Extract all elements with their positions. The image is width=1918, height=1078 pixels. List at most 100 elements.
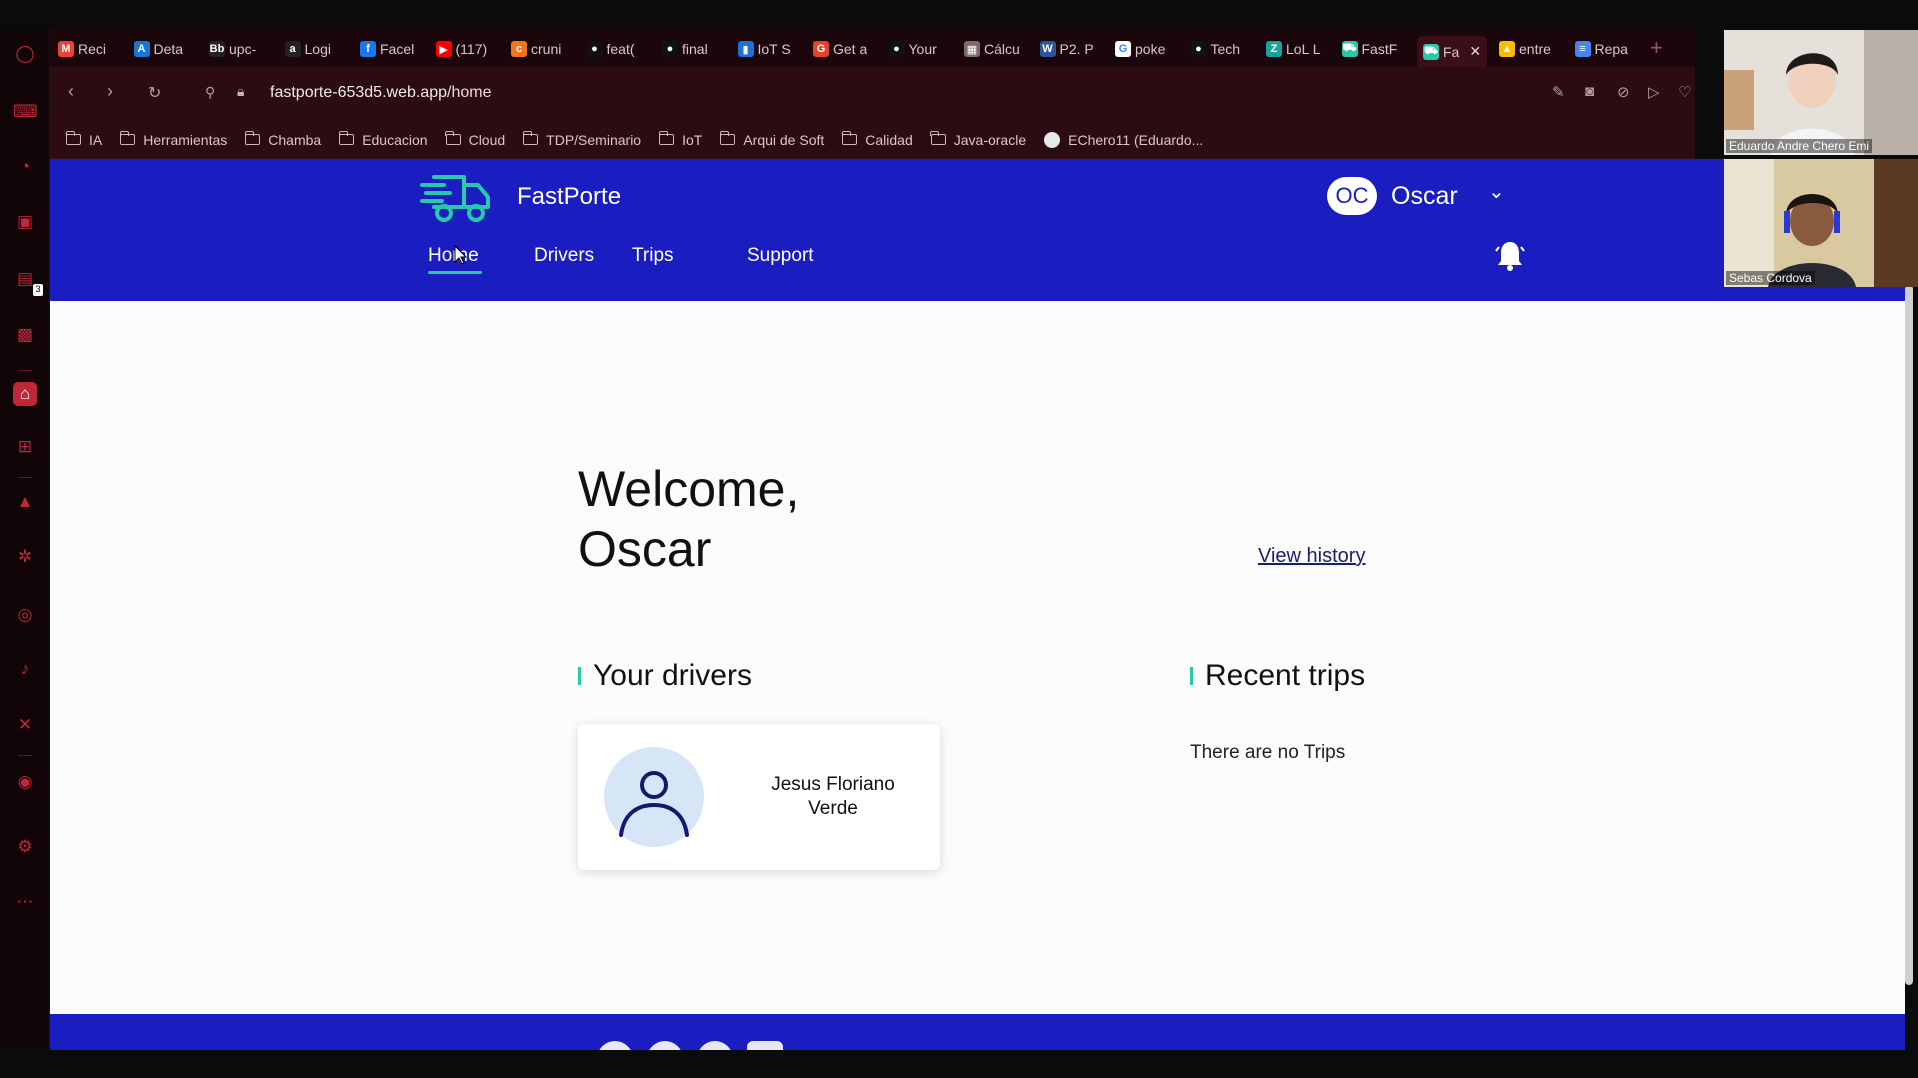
send-icon[interactable]: ▷ — [1648, 83, 1660, 101]
tab-label: cruni — [531, 41, 562, 57]
bookmark-item[interactable]: Chamba — [244, 131, 322, 148]
adblock-icon[interactable]: ⊘ — [1617, 83, 1630, 101]
player-icon[interactable]: ◉ — [13, 770, 37, 794]
social-instagram-icon[interactable] — [697, 1041, 733, 1050]
facebook-icon: f — [360, 41, 376, 57]
browser-tab[interactable]: ⛟ Fa ✕ — [1417, 36, 1488, 67]
bookmark-label: EChero11 (Eduardo... — [1068, 131, 1204, 148]
tab-label: Your — [908, 41, 937, 57]
browser-tab[interactable]: ● Tech — [1190, 36, 1241, 62]
nav-drivers[interactable]: Drivers — [534, 245, 594, 267]
close-tab-icon[interactable]: ✕ — [1469, 43, 1481, 60]
drivers-title-text: Your drivers — [593, 659, 752, 692]
participant-name: Sebas Cordova — [1726, 271, 1815, 285]
tab-strip: M Reci A Deta Bb upc-a Logi f Facel ▶ (117) c cruni ●… — [50, 30, 1695, 67]
bookmark-item[interactable]: EChero11 (Eduardo... — [1044, 131, 1204, 148]
home-icon[interactable]: ⌂ — [13, 382, 37, 406]
bookmark-label: Calidad — [865, 131, 913, 148]
bookmark-item[interactable]: Calidad — [841, 131, 913, 148]
page-scrollbar[interactable] — [1905, 285, 1913, 985]
speed-dial-icon[interactable]: ◔ — [13, 155, 37, 179]
reload-icon[interactable]: ↻ — [148, 83, 161, 103]
url-field[interactable]: fastporte-653d5.web.app/home — [270, 84, 491, 102]
bookmark-item[interactable]: Arqui de Soft — [719, 131, 824, 148]
x-icon[interactable]: ✕ — [13, 713, 37, 737]
browser-tab[interactable]: ● Your — [888, 36, 937, 62]
driver-card[interactable]: Jesus Floriano Verde — [578, 724, 940, 870]
browser-tab[interactable]: ▶ (117) — [435, 36, 487, 62]
tiktok-icon[interactable]: ♪ — [13, 657, 37, 681]
opera-logo-icon[interactable]: ◯ — [13, 42, 37, 66]
truck-logo-icon[interactable] — [420, 169, 494, 227]
browser-tab[interactable]: ▮ IoT S — [737, 36, 791, 62]
back-icon[interactable]: ‹ — [68, 81, 74, 102]
azure-icon: A — [133, 41, 150, 57]
tab-label: Facel — [380, 41, 415, 57]
browser-tab[interactable]: M Reci — [58, 36, 106, 62]
browser-tab[interactable]: Gpoke — [1115, 36, 1165, 62]
user-menu[interactable]: OC Oscar — [1327, 177, 1458, 215]
view-history-link[interactable]: View history — [1258, 545, 1365, 568]
twitch-badge: 3 — [33, 284, 43, 296]
bookmark-item[interactable]: IoT — [658, 131, 702, 148]
social-linkedin-icon[interactable] — [747, 1041, 783, 1050]
edit-icon[interactable]: ✎ — [1552, 83, 1565, 101]
nav-trips[interactable]: Trips — [632, 245, 674, 267]
game-controller-icon[interactable]: ⌨ — [13, 100, 38, 124]
more-icon[interactable]: ⋯ — [13, 890, 37, 914]
site-settings-icon[interactable]: ⚲ — [205, 84, 215, 101]
browser-tab[interactable]: Z LoL L — [1266, 36, 1321, 62]
browser-tab[interactable]: A Deta — [133, 36, 183, 62]
bookmark-item[interactable]: TDP/Seminario — [522, 131, 641, 148]
lock-icon[interactable]: 🔒︎ — [237, 83, 244, 100]
browser-tab[interactable]: ● feat( — [586, 36, 635, 62]
bookmark-item[interactable]: Cloud — [445, 131, 505, 148]
social-facebook-icon[interactable] — [597, 1041, 633, 1050]
brand-name[interactable]: FastPorte — [517, 183, 621, 211]
browser-tab[interactable]: ▦ Cálcu — [964, 36, 1020, 62]
browser-tab[interactable]: Bb upc- — [209, 36, 256, 62]
bookmark-item[interactable]: Java-oracle — [930, 131, 1026, 148]
aria-icon[interactable]: ▲ — [13, 490, 37, 514]
extensions-icon[interactable]: ⚙ — [13, 835, 37, 859]
url-host: fastporte-653d5.web.app — [270, 84, 448, 101]
tab-label: FastF — [1361, 41, 1398, 57]
bookmark-item[interactable]: IA — [65, 131, 102, 148]
bell-icon[interactable] — [1495, 239, 1525, 273]
bookmark-item[interactable]: Educacion — [338, 131, 428, 148]
heart-icon[interactable]: ♡ — [1678, 83, 1691, 101]
cpu-icon[interactable]: ▩ — [13, 323, 37, 347]
browser-tab[interactable]: ⛟ FastF — [1341, 36, 1398, 62]
browser-tab[interactable]: f Facel — [360, 36, 414, 62]
bag-icon[interactable]: ▣ — [13, 210, 37, 234]
trello-icon: ▮ — [737, 41, 754, 57]
trips-section-title: Recent trips — [1190, 659, 1365, 693]
browser-tab[interactable]: a Logi — [284, 36, 331, 62]
section-accent-bar — [1190, 667, 1193, 685]
folder-icon — [658, 131, 675, 145]
browser-tab[interactable]: ▲ entre — [1499, 36, 1551, 62]
nav-support[interactable]: Support — [747, 245, 814, 267]
web-page: FastPorte Home Drivers Trips Support OC … — [50, 159, 1905, 1050]
browser-tab[interactable]: W P2. P — [1039, 36, 1094, 62]
tab-label: Tech — [1210, 41, 1241, 57]
bookmark-item[interactable]: Herramientas — [119, 131, 227, 148]
drive-icon: ▲ — [1499, 41, 1515, 57]
social-twitter-icon[interactable] — [647, 1041, 683, 1050]
new-tab-button[interactable]: + — [1650, 36, 1663, 60]
gamepad-icon[interactable]: ⊞ — [13, 435, 37, 459]
messenger-icon[interactable]: ◎ — [13, 603, 37, 627]
forward-icon[interactable]: › — [107, 81, 113, 102]
browser-tab[interactable]: ● final — [662, 36, 708, 62]
tab-label: entre — [1519, 41, 1551, 57]
drivers-section-title: Your drivers — [578, 659, 752, 693]
camera-icon[interactable]: ◙ — [1585, 83, 1594, 100]
browser-tab[interactable]: c cruni — [511, 36, 561, 62]
browser-sidebar: ◯ ⌨ ◔ ▣ ▤ 3 ▩ ⌂ ⊞ ▲ ✲ ◎ ♪ ✕ ◉ ⚙ ⋯ — [0, 30, 50, 1048]
browser-tab[interactable]: ≡ Repa — [1574, 36, 1628, 62]
chatgpt-icon[interactable]: ✲ — [13, 545, 37, 569]
chevron-down-icon[interactable]: ⌄ — [1488, 179, 1505, 204]
tab-label: Reci — [78, 41, 107, 57]
bookmark-label: Chamba — [268, 131, 322, 148]
browser-tab[interactable]: G Get a — [813, 36, 867, 62]
